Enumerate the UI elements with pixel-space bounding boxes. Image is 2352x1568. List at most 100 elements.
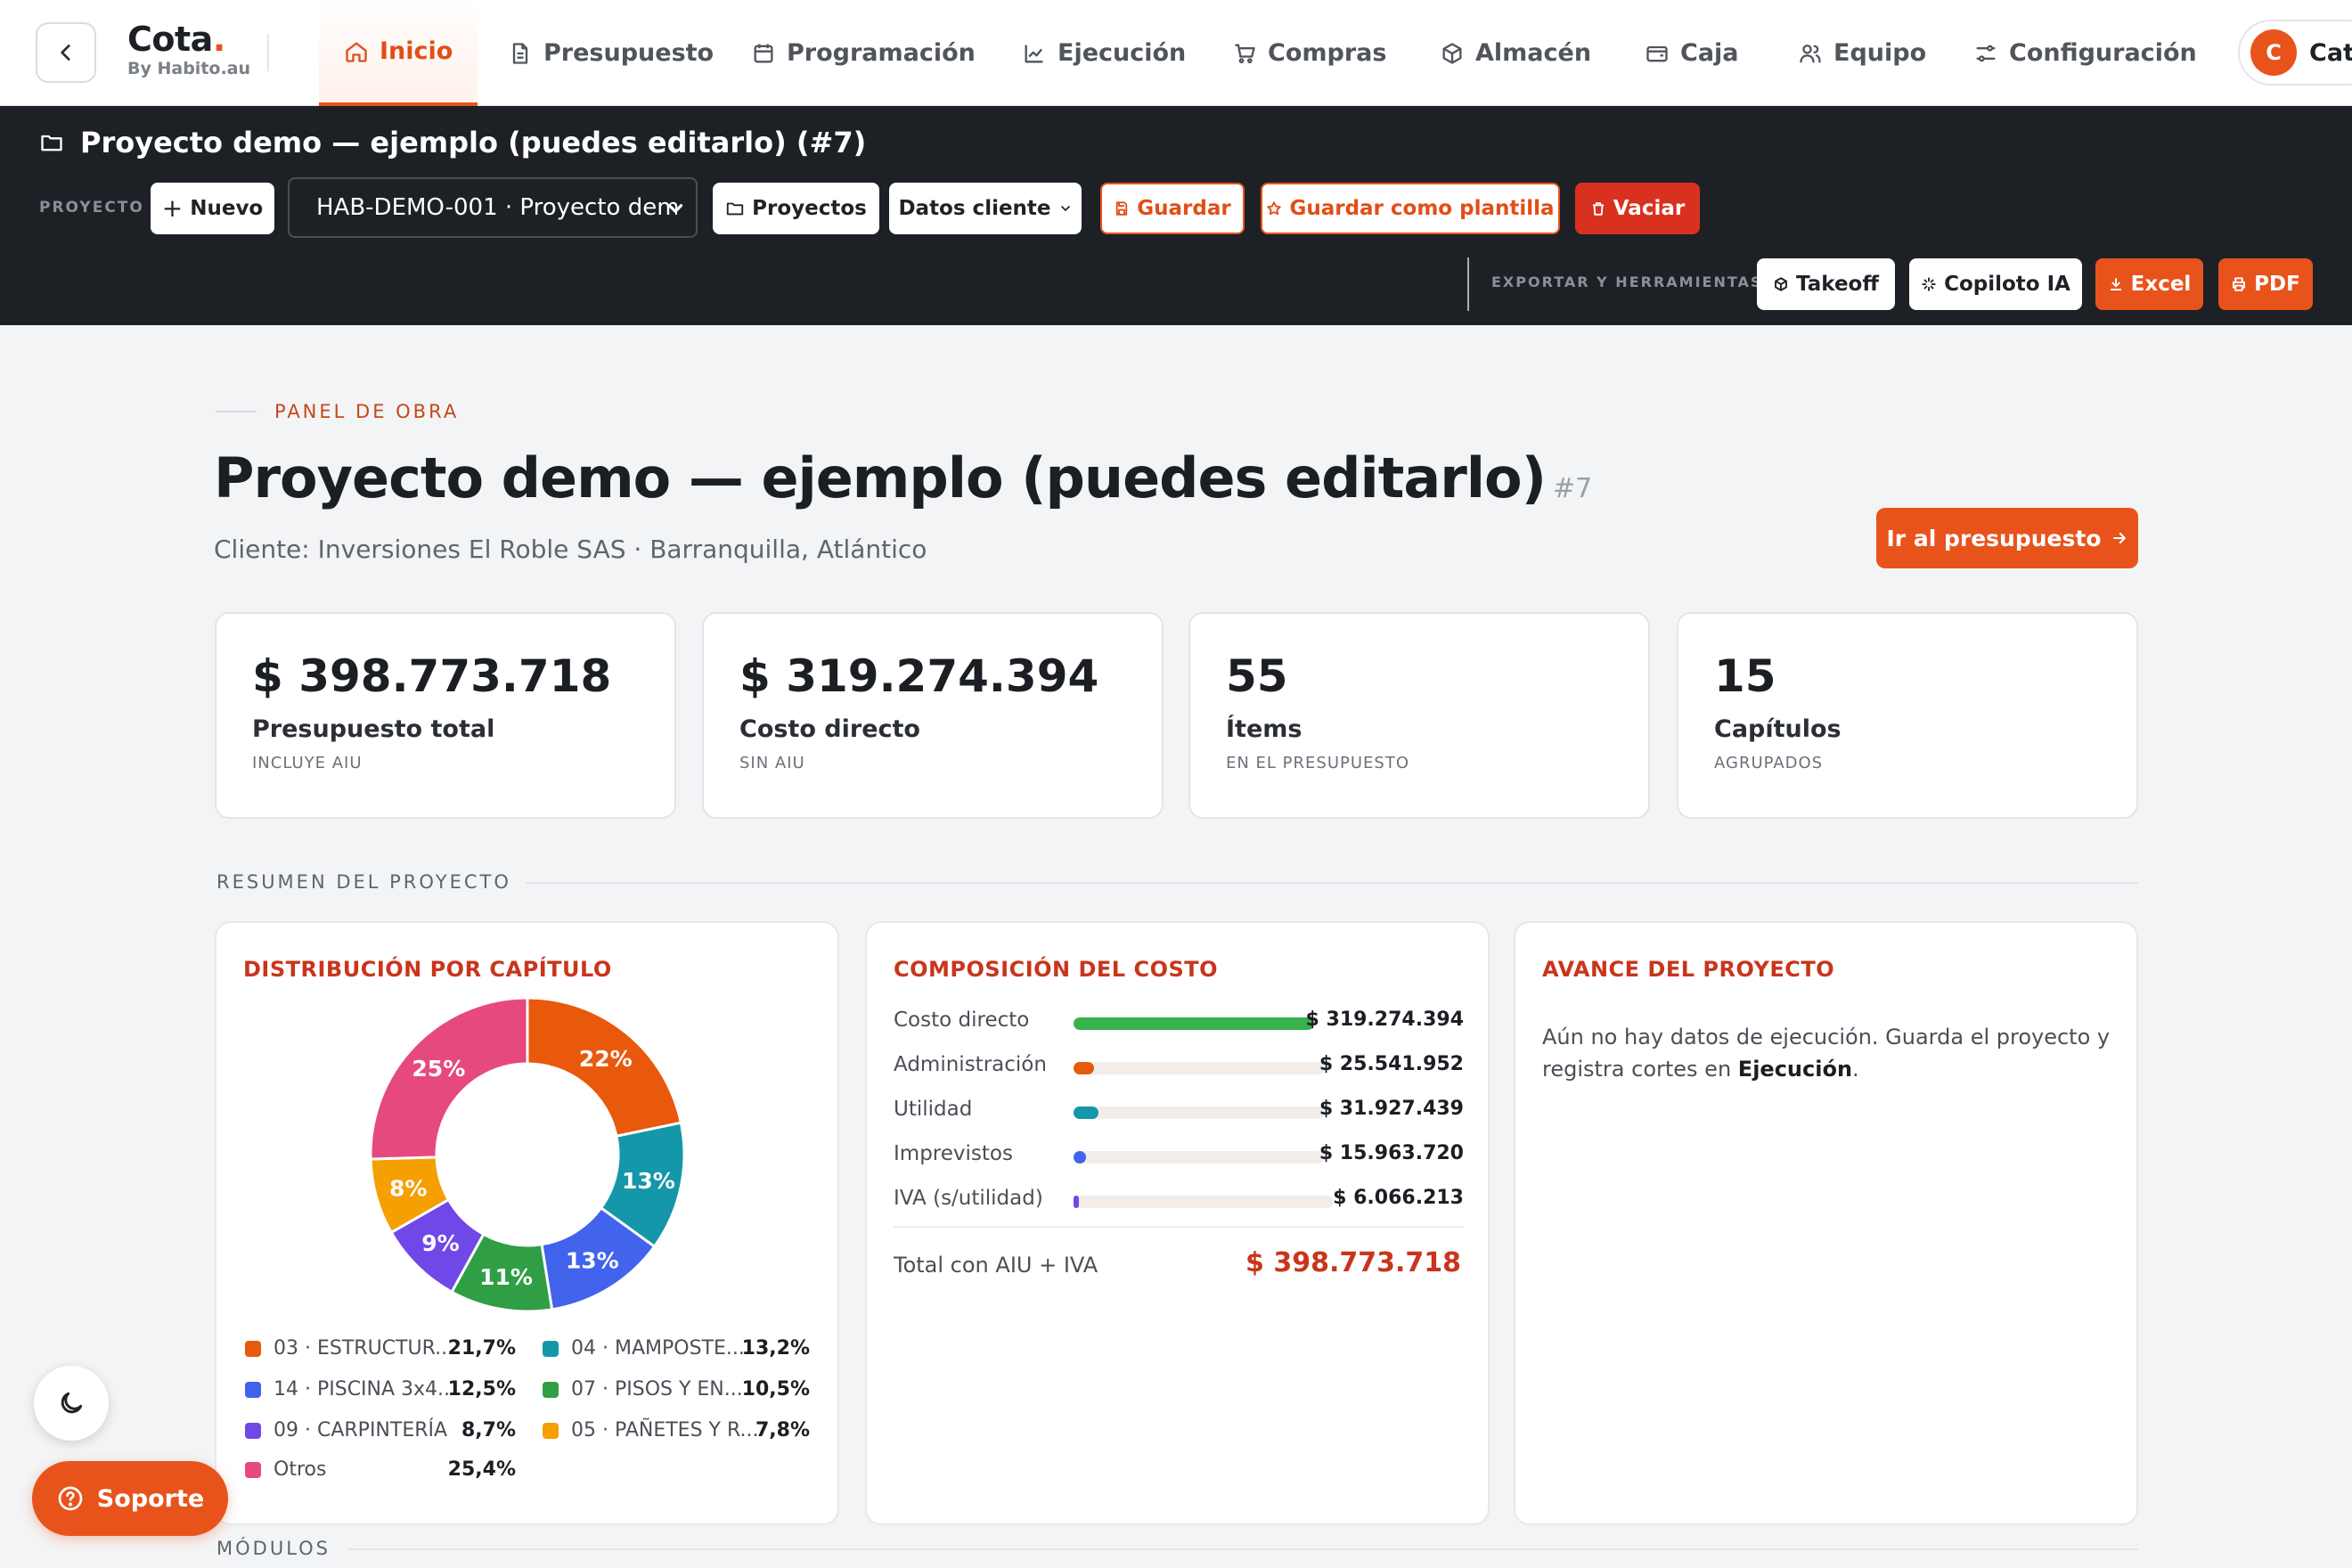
nav-label: Almacén [1475,39,1592,67]
cost-bar-track [1074,1107,1325,1119]
legend-label: 03 · ESTRUCTUR... [274,1337,454,1360]
cost-bar-fill [1074,1196,1079,1208]
nav-item-ejecucion[interactable]: Ejecución [1022,0,1186,106]
cube-icon [1775,277,1787,291]
legend-percent: 12,5% [447,1378,516,1401]
save-icon [1116,201,1128,216]
users-icon [1800,44,1821,63]
new-project-label: Nuevo [190,197,264,220]
section-divider [526,882,2138,884]
box-icon [1442,42,1462,64]
cost-label: Utilidad [894,1098,973,1121]
projects-button[interactable]: Proyectos [713,183,879,234]
cost-label: Costo directo [894,1009,1030,1032]
legend-swatch [245,1461,261,1478]
project-number: #7 [1552,473,1593,504]
stat-sublabel: INCLUYE AIU [252,754,363,772]
cost-bar-track [1074,1196,1334,1208]
cost-value: $ 25.541.952 [1319,1053,1464,1075]
copilot-button[interactable]: Copiloto IA [1909,258,2082,310]
pdf-export-button[interactable]: PDF [2218,258,2313,310]
nav-label: Programación [787,39,976,67]
project-title-text: Proyecto demo — ejemplo (puedes editarlo… [80,126,867,159]
nav-item-caja[interactable]: Caja [1645,0,1739,106]
nav-item-presupuesto[interactable]: Presupuesto [508,0,714,106]
legend-swatch [543,1381,559,1398]
folder-icon [726,202,744,216]
legend-swatch [543,1422,559,1439]
brand-subtitle: By Habito.au [127,59,251,78]
brand-logo[interactable]: Cota. By Habito.au [127,20,250,78]
star-icon [1267,201,1282,216]
cost-value: $ 6.066.213 [1333,1187,1464,1209]
legend-item: 14 · PISCINA 3x4... [245,1378,456,1401]
legend-item: 03 · ESTRUCTUR... [245,1337,453,1360]
help-circle-icon [58,1486,83,1511]
legend-percent: 25,4% [447,1458,516,1481]
donut-slice-label: 9% [421,1230,459,1256]
support-label: Soporte [96,1484,205,1513]
home-icon [346,42,367,62]
project-select[interactable]: HAB-DEMO-001 · Proyecto demo — ejemplo (… [288,177,698,238]
nav-item-configuracion[interactable]: Configuración [1973,0,2197,106]
takeoff-button[interactable]: Takeoff [1757,258,1895,310]
excel-export-button[interactable]: Excel [2095,258,2203,310]
clear-button[interactable]: Vaciar [1575,183,1700,234]
cost-row: Imprevistos $ 15.963.720 [894,1137,1464,1172]
cost-bar-fill [1074,1062,1094,1074]
donut-slice-label: 22% [579,1046,633,1072]
nav-label: Caja [1680,39,1739,67]
save-template-button[interactable]: Guardar como plantilla [1261,183,1560,234]
pdf-label: PDF [2254,273,2300,296]
user-name: Cat [2309,38,2352,67]
cost-row: IVA (s/utilidad) $ 6.066.213 [894,1181,1464,1217]
chevron-down-icon [1060,206,1070,212]
cost-bar-fill [1074,1107,1099,1119]
download-icon [2110,278,2121,290]
support-button[interactable]: Soporte [32,1461,228,1536]
back-button[interactable] [36,22,96,83]
cost-row: Costo directo $ 319.274.394 [894,1003,1464,1039]
progress-text-end: . [1852,1057,1859,1082]
user-menu[interactable]: C Cat [2238,20,2352,86]
client-data-button[interactable]: Datos cliente [889,183,1082,234]
panel-title: AVANCE DEL PROYECTO [1542,957,1835,982]
cost-composition-panel: COMPOSICIÓN DEL COSTO Costo directo $ 319… [865,921,1490,1525]
page-title-text: Proyecto demo — ejemplo (puedes editarlo… [214,445,1547,510]
nav-item-almacen[interactable]: Almacén [1440,0,1591,106]
legend-label: 09 · CARPINTERÍA [274,1419,448,1441]
stat-label: Costo directo [739,715,920,743]
cost-bar-track [1074,1062,1325,1074]
cost-label: IVA (s/utilidad) [894,1187,1043,1210]
page-title: Proyecto demo — ejemplo (puedes editarlo… [214,445,1592,510]
legend-percent: 8,7% [461,1419,516,1441]
stat-label: Presupuesto total [252,715,495,743]
nav-item-equipo[interactable]: Equipo [1798,0,1926,106]
stat-sublabel: AGRUPADOS [1714,754,1824,772]
new-project-button[interactable]: + Nuevo [151,183,274,234]
stat-card-total-budget: $ 398.773.718 Presupuesto total INCLUYE … [215,612,676,819]
cost-bar-fill [1074,1017,1314,1030]
cost-divider [894,1226,1464,1228]
copilot-label: Copiloto IA [1944,273,2070,296]
legend-percent: 7,8% [755,1419,810,1441]
project-select-value: HAB-DEMO-001 · Proyecto demo — ejemplo (… [316,194,677,221]
printer-icon [2233,277,2246,291]
legend-label: 04 · MAMPOSTE... [571,1337,745,1360]
brand-dot: . [212,20,225,59]
nav-label: Equipo [1833,39,1927,67]
execution-link[interactable]: Ejecución [1738,1057,1852,1082]
nav-item-compras[interactable]: Compras [1232,0,1386,106]
theme-toggle-button[interactable] [34,1366,109,1441]
donut-slice-label: 11% [479,1264,533,1290]
brand-name: Cota [127,20,213,59]
project-title: Proyecto demo — ejemplo (puedes editarlo… [39,126,866,159]
save-button[interactable]: Guardar [1100,183,1245,234]
stat-value: 15 [1714,650,1776,702]
trash-icon [1592,202,1604,216]
nav-item-inicio[interactable]: Inicio [319,0,478,106]
client-data-label: Datos cliente [898,197,1051,220]
stat-card-items: 55 Ítems EN EL PRESUPUESTO [1188,612,1650,819]
nav-item-programacion[interactable]: Programación [751,0,976,106]
go-to-budget-button[interactable]: Ir al presupuesto [1876,508,2138,568]
